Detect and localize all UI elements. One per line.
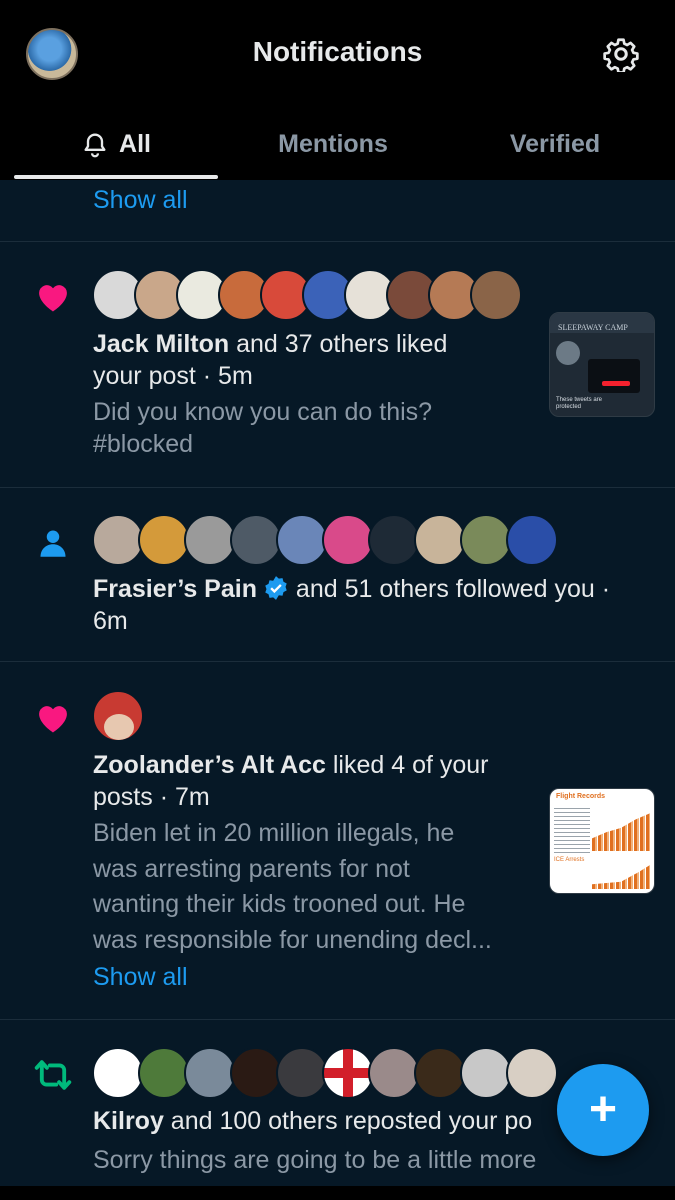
avatar[interactable] [414,514,466,566]
avatar[interactable] [230,1047,282,1099]
post-preview: Did you know you can do this? [93,398,433,426]
action-text-line2: your post · 5m [93,362,253,390]
action-text: liked 4 of your [325,751,489,779]
action-text: and 37 others liked [229,330,448,358]
action-text: and 51 others followed you · [288,575,611,603]
avatar[interactable] [322,514,374,566]
thumbnail-bars-top [592,813,650,851]
bottom-edge [0,1186,675,1200]
repost-icon [34,1060,72,1090]
avatar[interactable] [470,269,522,321]
top-bar: Notifications [0,0,675,108]
actor-name[interactable]: Frasier’s Pain [93,575,257,603]
avatar[interactable] [322,1047,374,1099]
avatar[interactable] [138,514,190,566]
post-preview: Biden let in 20 million illegals, he [93,819,455,847]
divider [0,487,675,488]
tab-mentions[interactable]: Mentions [230,108,436,180]
avatar[interactable] [138,1047,190,1099]
avatar[interactable] [92,1047,144,1099]
tab-all[interactable]: All [14,108,218,180]
liker-avatars [92,269,522,321]
show-all-link[interactable]: Show all [93,186,188,215]
avatar[interactable] [506,514,558,566]
avatar[interactable] [276,1047,328,1099]
tab-verified[interactable]: Verified [450,108,660,180]
notification-text: Zoolander’s Alt Acc liked 4 of your [93,751,489,780]
tab-verified-label: Verified [509,129,601,158]
tab-mentions-label: Mentions [278,129,388,158]
liker-avatars [92,690,146,742]
plus-icon: + [588,1083,618,1136]
notification-tabs: All Mentions Verified [0,108,675,180]
action-text: and 100 others reposted your po [163,1107,533,1135]
action-text-line2: 6m [93,607,128,635]
avatar[interactable] [506,1047,558,1099]
avatar[interactable] [92,514,144,566]
avatar[interactable] [414,1047,466,1099]
heart-icon [39,706,67,733]
action-text-line2: posts · 7m [93,783,210,811]
divider [0,1019,675,1020]
thumbnail-bars-bottom [592,865,650,889]
post-preview: was responsible for unending decl... [93,926,492,954]
thumbnail-caption: These tweets are protected [556,397,603,410]
thumbnail-title: Flight Records [556,793,606,800]
avatar[interactable] [230,514,282,566]
actor-name[interactable]: Kilroy [93,1107,164,1135]
post-thumbnail[interactable]: SLEEPAWAY CAMP These tweets are protecte… [549,312,655,417]
post-preview: wanting their kids trooned out. He [93,890,466,918]
divider [0,241,675,242]
settings-gear-icon[interactable] [603,36,639,72]
post-preview: was arresting parents for not [93,855,410,883]
compose-button[interactable]: + [557,1064,649,1156]
avatar[interactable] [460,514,512,566]
reposter-avatars [92,1047,562,1099]
avatar[interactable] [184,514,236,566]
avatar[interactable] [368,514,420,566]
avatar[interactable] [276,514,328,566]
heart-icon [39,285,67,312]
thumbnail-subtitle: ICE Arrests [554,857,585,863]
post-preview: #blocked [93,430,194,458]
bell-icon [84,133,106,158]
thumbnail-avatar [556,341,580,365]
thumbnail-title: SLEEPAWAY CAMP [558,323,628,332]
notification-text: Frasier’s Pain and 51 others followed yo… [93,575,610,604]
notification-text: Jack Milton and 37 others liked [93,330,447,359]
avatar[interactable] [460,1047,512,1099]
thumbnail-dialog [588,359,640,393]
page-title: Notifications [252,36,423,67]
active-tab-indicator [14,175,218,179]
divider [0,661,675,662]
follower-avatars [92,514,562,566]
thumbnail-block-button [602,381,630,386]
verified-badge-icon [265,576,287,600]
thumbnail-table [554,805,590,853]
notification-text: Kilroy and 100 others reposted your po [93,1107,532,1136]
avatar[interactable] [368,1047,420,1099]
avatar[interactable] [92,690,144,742]
avatar-face [104,714,134,740]
show-all-link[interactable]: Show all [93,963,188,992]
post-thumbnail[interactable]: Flight Records ICE Arrests [549,788,655,894]
actor-name[interactable]: Zoolander’s Alt Acc [93,751,326,779]
person-icon [40,530,66,557]
post-preview: Sorry things are going to be a little mo… [93,1146,537,1174]
actor-name[interactable]: Jack Milton [93,330,229,358]
avatar[interactable] [184,1047,236,1099]
tab-all-label: All [119,129,151,158]
